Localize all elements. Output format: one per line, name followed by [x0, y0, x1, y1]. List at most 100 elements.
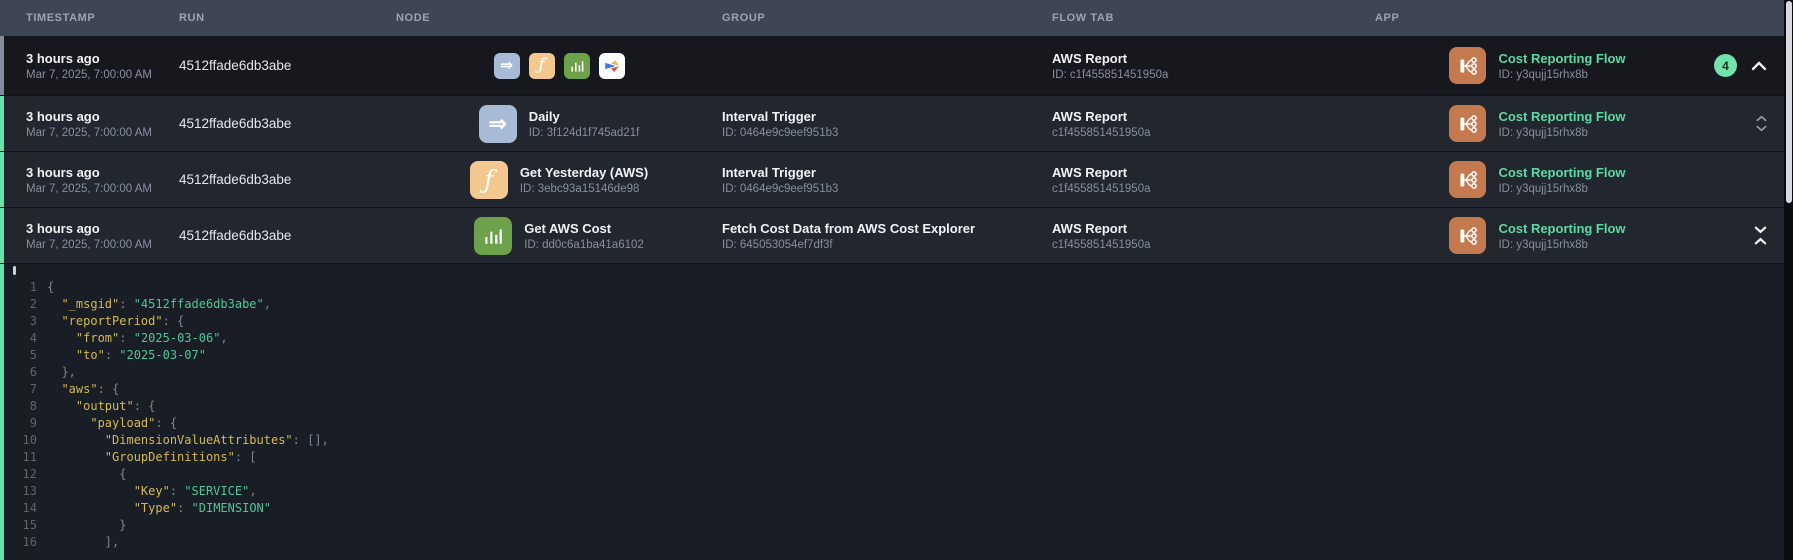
json-token — [47, 450, 105, 464]
json-token: : — [119, 331, 133, 345]
app-name-link[interactable]: Cost Reporting Flow — [1498, 165, 1625, 180]
json-token — [47, 297, 61, 311]
app-id: ID: y3qujj15rhx8b — [1498, 183, 1625, 195]
json-line-content: "payload": { — [47, 415, 177, 432]
json-line: 9 "payload": { — [4, 415, 1793, 432]
run-id: 4512ffade6db3abe — [179, 228, 396, 243]
node-log-row[interactable]: 3 hours ago Mar 7, 2025, 7:00:00 AM 4512… — [0, 208, 1793, 264]
json-line-number: 14 — [4, 500, 37, 517]
json-token: "GroupDefinitions" — [105, 450, 235, 464]
json-token: : { — [155, 416, 177, 430]
json-line-content: ], — [47, 534, 119, 551]
scroll-down-chevron-icon[interactable] — [1756, 125, 1767, 132]
json-token: : { — [98, 382, 120, 396]
flow-tab-id: c1f455851451950a — [1052, 239, 1375, 251]
json-line: 3 "reportPeriod": { — [4, 313, 1793, 330]
row-accent-bar — [0, 96, 4, 151]
app-id: ID: y3qujj15rhx8b — [1498, 127, 1625, 139]
jump-down-chevron-icon[interactable] — [1754, 226, 1767, 234]
flow-app-icon — [1449, 47, 1486, 84]
group-id: ID: 645053054ef7df3f — [722, 239, 1052, 251]
json-token: "output" — [76, 399, 134, 413]
scrollbar-track[interactable] — [1784, 0, 1793, 560]
json-token: : — [105, 348, 119, 362]
json-line-content: "reportPeriod": { — [47, 313, 184, 330]
app-name-link[interactable]: Cost Reporting Flow — [1498, 109, 1625, 124]
timestamp-absolute: Mar 7, 2025, 7:00:00 AM — [26, 183, 179, 195]
json-token: "SERVICE" — [184, 484, 249, 498]
row-accent-bar — [0, 36, 4, 95]
json-line-content: "aws": { — [47, 381, 119, 398]
column-header-group: GROUP — [722, 12, 1052, 24]
timestamp-relative: 3 hours ago — [26, 109, 179, 124]
chart-icon — [564, 53, 590, 79]
json-line-content: { — [47, 279, 54, 296]
json-line-number: 3 — [4, 313, 37, 330]
chart-icon — [474, 217, 512, 255]
app-id: ID: y3qujj15rhx8b — [1498, 69, 1625, 81]
json-token: "DIMENSION" — [192, 501, 271, 515]
json-line-number: 1 — [4, 279, 37, 296]
json-token: : [ — [235, 450, 257, 464]
json-line-content: "to": "2025-03-07" — [47, 347, 206, 364]
json-token: , — [220, 331, 227, 345]
json-line-number: 5 — [4, 347, 37, 364]
column-header-timestamp: TIMESTAMP — [26, 12, 179, 24]
external-app-icon — [599, 53, 625, 79]
app-name-link[interactable]: Cost Reporting Flow — [1498, 51, 1625, 66]
table-header: TIMESTAMP RUN NODE GROUP FLOW TAB APP — [0, 0, 1793, 36]
node-log-row[interactable]: 3 hours ago Mar 7, 2025, 7:00:00 AM 4512… — [0, 96, 1793, 152]
inject-arrow-icon: ⇒ — [494, 53, 520, 79]
json-line-number: 11 — [4, 449, 37, 466]
flow-tab-id: c1f455851451950a — [1052, 183, 1375, 195]
json-token: "Type" — [134, 501, 177, 515]
json-line-content: }, — [47, 364, 76, 381]
group-name: Interval Trigger — [722, 109, 1052, 124]
json-line-content: "GroupDefinitions": [ — [47, 449, 257, 466]
collapse-chevron-up-icon[interactable] — [1751, 61, 1767, 71]
column-header-app: APP — [1375, 12, 1700, 24]
json-line-number: 4 — [4, 330, 37, 347]
json-line: 15 } — [4, 517, 1793, 534]
json-token: "4512ffade6db3abe" — [134, 297, 264, 311]
json-code: 1{2 "_msgid": "4512ffade6db3abe",3 "repo… — [4, 279, 1793, 551]
run-id: 4512ffade6db3abe — [179, 58, 396, 73]
scrollbar-thumb[interactable] — [1786, 1, 1792, 203]
timestamp-relative: 3 hours ago — [26, 221, 179, 236]
flow-tab-name: AWS Report — [1052, 109, 1375, 124]
json-line-number: 15 — [4, 517, 37, 534]
flow-tab-name: AWS Report — [1052, 221, 1375, 236]
group-id: ID: 0464e9c9eef951b3 — [722, 127, 1052, 139]
run-summary-row[interactable]: 3 hours ago Mar 7, 2025, 7:00:00 AM 4512… — [0, 36, 1793, 96]
app-name-link[interactable]: Cost Reporting Flow — [1498, 221, 1625, 236]
json-token: "to" — [76, 348, 105, 362]
json-token: : { — [134, 399, 156, 413]
json-line-content: "Key": "SERVICE", — [47, 483, 257, 500]
json-token: } — [47, 518, 126, 532]
json-token — [47, 501, 134, 515]
flow-tab-id: ID: c1f455851451950a — [1052, 69, 1375, 81]
json-line: 13 "Key": "SERVICE", — [4, 483, 1793, 500]
timestamp-absolute: Mar 7, 2025, 7:00:00 AM — [26, 127, 179, 139]
scroll-up-chevron-icon[interactable] — [1756, 115, 1767, 122]
jump-up-chevron-icon[interactable] — [1754, 237, 1767, 245]
flow-tab-id: c1f455851451950a — [1052, 127, 1375, 139]
json-line-number: 16 — [4, 534, 37, 551]
json-line: 1{ — [4, 279, 1793, 296]
node-log-row[interactable]: 3 hours ago Mar 7, 2025, 7:00:00 AM 4512… — [0, 152, 1793, 208]
json-token — [47, 348, 76, 362]
json-token: : { — [163, 314, 185, 328]
json-token — [47, 314, 61, 328]
json-line-number: 12 — [4, 466, 37, 483]
json-panel-scroll-thumb[interactable] — [13, 266, 16, 275]
flow-app-icon — [1449, 217, 1486, 254]
group-name: Fetch Cost Data from AWS Cost Explorer — [722, 221, 1052, 236]
json-line-number: 8 — [4, 398, 37, 415]
json-line-number: 6 — [4, 364, 37, 381]
column-header-run: RUN — [179, 12, 396, 24]
node-name: Daily — [529, 109, 640, 124]
json-line-content: "from": "2025-03-06", — [47, 330, 228, 347]
json-line-content: { — [47, 466, 126, 483]
json-token: : — [119, 297, 133, 311]
column-header-node: NODE — [396, 12, 722, 24]
